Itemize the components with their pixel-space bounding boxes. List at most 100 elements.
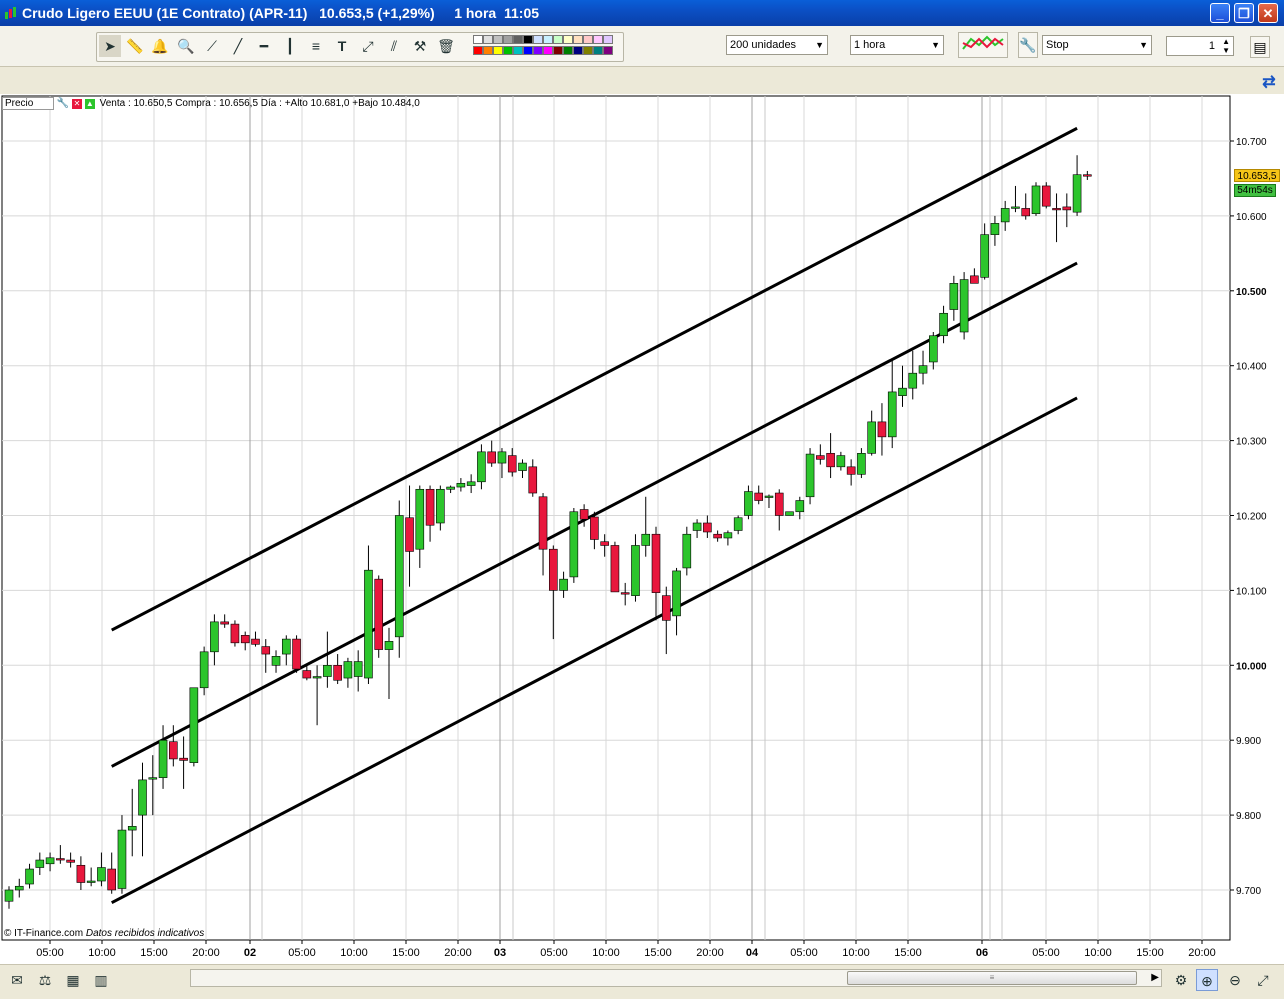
period-select[interactable]: 1 hora ▼: [850, 35, 944, 55]
price-axis-labels: 10.700 10.600 10.500 10.400 10.300 10.200 10.1…: [1236, 137, 1267, 897]
line-icon[interactable]: ⟋: [201, 35, 223, 57]
candle: [826, 453, 835, 468]
palette-swatch[interactable]: [603, 35, 613, 44]
palette-swatch[interactable]: [533, 35, 543, 44]
candle: [908, 372, 918, 389]
time-label: 05:00: [36, 947, 64, 959]
time-label: 10:00: [340, 947, 368, 959]
quantity-select[interactable]: 200 unidades ▼: [726, 35, 828, 55]
maximize-button[interactable]: ❐: [1234, 3, 1254, 23]
candle: [45, 857, 55, 865]
price-label: 10.500: [1236, 287, 1267, 298]
candle: [76, 864, 86, 883]
palette-swatch[interactable]: [593, 46, 603, 55]
text-icon[interactable]: T: [331, 35, 353, 57]
order-type-select[interactable]: Stop ▼: [1042, 35, 1152, 55]
expand-icon[interactable]: ⤢: [1252, 969, 1274, 991]
panel-settings-icon[interactable]: 🔧: [57, 98, 69, 109]
scales-icon[interactable]: ⚖: [34, 969, 56, 991]
candle: [4, 889, 14, 902]
candle: [590, 516, 599, 540]
ruler-icon[interactable]: 📏: [124, 35, 146, 57]
zoom-out-icon[interactable]: ⊖: [1224, 969, 1246, 991]
time-label: 20:00: [1188, 947, 1216, 959]
horizontal-line-icon[interactable]: ━: [253, 35, 275, 57]
candle: [918, 365, 928, 374]
time-scrollbar[interactable]: ≡ ▶: [190, 969, 1162, 987]
candle: [271, 656, 281, 666]
trendline-icon[interactable]: ╱: [227, 35, 249, 57]
price-chart[interactable]: 10.700 10.600 10.500 10.400 10.300 10.200 10.1…: [0, 94, 1284, 964]
parallel-lines-icon[interactable]: ⫽: [383, 35, 405, 57]
candle: [169, 741, 178, 760]
minimize-button[interactable]: _: [1210, 3, 1230, 23]
palette-swatch[interactable]: [503, 46, 513, 55]
palette-swatch[interactable]: [593, 35, 603, 44]
tools-icon[interactable]: ⚒: [409, 35, 431, 57]
palette-swatch[interactable]: [473, 35, 483, 44]
palette-swatch[interactable]: [563, 35, 573, 44]
candle: [425, 488, 435, 526]
time-label: 15:00: [644, 947, 672, 959]
candle: [1072, 174, 1082, 213]
vertical-line-icon[interactable]: ┃: [279, 35, 301, 57]
palette-swatch[interactable]: [553, 35, 563, 44]
chart-area[interactable]: 10.700 10.600 10.500 10.400 10.300 10.200 10.1…: [0, 94, 1284, 964]
time-label: 02: [244, 947, 256, 959]
panel-toggle-icon[interactable]: ▤: [1250, 36, 1270, 58]
palette-swatch[interactable]: [583, 46, 593, 55]
palette-swatch[interactable]: [523, 46, 533, 55]
palette-swatch[interactable]: [543, 35, 553, 44]
panel-remove-icon[interactable]: ✕: [72, 99, 83, 109]
palette-swatch[interactable]: [573, 35, 583, 44]
chart-style-button[interactable]: [958, 32, 1008, 58]
order-quantity-stepper[interactable]: 1 ▲ ▼: [1166, 36, 1234, 56]
palette-swatch[interactable]: [523, 35, 533, 44]
time-label: 10:00: [88, 947, 116, 959]
refresh-arrows-icon[interactable]: ⇄: [1258, 72, 1280, 94]
palette-swatch[interactable]: [493, 35, 503, 44]
copyright-text: © IT-Finance.com: [4, 928, 84, 939]
candle: [549, 548, 558, 591]
chart-settings-icon[interactable]: ⚙: [1170, 969, 1192, 991]
channel-icon[interactable]: ⤢: [357, 35, 379, 57]
candle: [415, 488, 425, 550]
price-label: 9.800: [1236, 811, 1261, 822]
last-price-badge: 10.653,5: [1234, 169, 1280, 182]
pointer-icon[interactable]: ➤: [99, 35, 121, 57]
wrench-icon[interactable]: 🔧: [1018, 32, 1038, 58]
candle: [631, 545, 640, 596]
palette-swatch[interactable]: [543, 46, 553, 55]
palette-swatch[interactable]: [483, 35, 493, 44]
candle: [302, 670, 312, 679]
trash-icon[interactable]: 🗑: [435, 35, 457, 57]
palette-swatch[interactable]: [573, 46, 583, 55]
palette-swatch[interactable]: [493, 46, 503, 55]
zoom-icon[interactable]: 🔍: [175, 35, 197, 57]
zoom-in-icon[interactable]: ⊕: [1196, 969, 1218, 991]
scrollbar-thumb[interactable]: ≡: [847, 971, 1137, 985]
scroll-right-icon[interactable]: ▶: [1151, 970, 1159, 986]
calculator-icon[interactable]: ▦: [62, 969, 84, 991]
candle: [456, 482, 466, 488]
palette-swatch[interactable]: [583, 35, 593, 44]
palette-swatch[interactable]: [513, 46, 523, 55]
palette-swatch[interactable]: [603, 46, 613, 55]
candle: [887, 391, 897, 438]
palette-swatch[interactable]: [513, 35, 523, 44]
palette-swatch[interactable]: [553, 46, 563, 55]
chart-type-icon[interactable]: ▥: [90, 969, 112, 991]
candle: [528, 466, 538, 494]
mail-icon[interactable]: ✉: [6, 969, 28, 991]
candle: [466, 481, 476, 486]
palette-swatch[interactable]: [533, 46, 543, 55]
palette-swatch[interactable]: [473, 46, 483, 55]
fibonacci-icon[interactable]: ≡: [305, 35, 327, 57]
panel-move-icon[interactable]: ▲: [84, 99, 95, 109]
palette-swatch[interactable]: [483, 46, 493, 55]
alert-bell-icon[interactable]: 🔔: [149, 35, 171, 57]
close-button[interactable]: ✕: [1258, 3, 1278, 23]
palette-swatch[interactable]: [563, 46, 573, 55]
chart-style-icon: [962, 35, 1004, 50]
palette-swatch[interactable]: [503, 35, 513, 44]
